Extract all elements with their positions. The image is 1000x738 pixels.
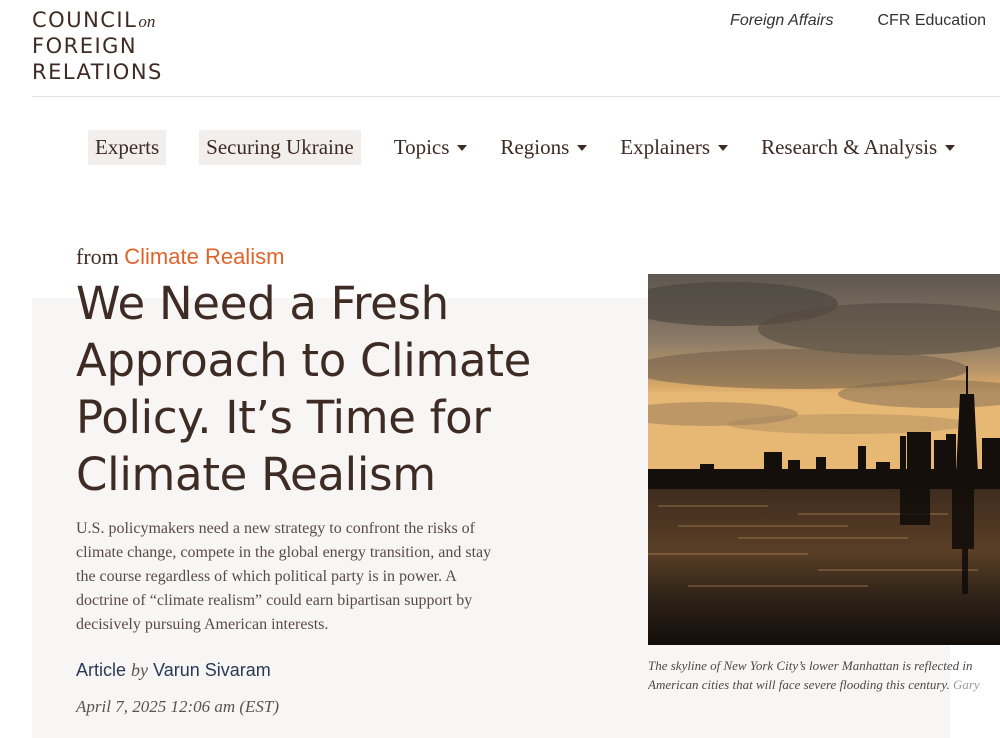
- series-link[interactable]: Climate Realism: [124, 244, 284, 269]
- nav-research-analysis[interactable]: Research & Analysis: [761, 130, 956, 165]
- hero-image: [648, 274, 1000, 645]
- nav-topics[interactable]: Topics: [394, 130, 468, 165]
- publish-date: April 7, 2025 12:06 am (EST): [76, 697, 280, 716]
- by-label: by: [131, 660, 149, 680]
- logo-line-1: COUNCILon: [32, 6, 163, 32]
- image-caption: The skyline of New York City’s lower Man…: [648, 656, 1000, 694]
- article-summary: U.S. policymakers need a new strategy to…: [76, 520, 492, 633]
- caret-down-icon: [457, 144, 468, 151]
- skyline-photo: [648, 274, 1000, 645]
- byline: Article by Varun Sivaram: [76, 660, 271, 681]
- nav-explainers-label: Explainers: [620, 135, 711, 159]
- logo-line-3: RELATIONS: [32, 60, 163, 84]
- caption-line-2: American cities that will face severe fl…: [648, 675, 1000, 694]
- cfr-logo[interactable]: COUNCILon FOREIGN RELATIONS: [32, 6, 163, 84]
- article-type: Article: [76, 660, 127, 680]
- logo-line-2: FOREIGN: [32, 34, 138, 58]
- caption-text-2: American cities that will face severe fl…: [648, 677, 950, 692]
- nav-experts[interactable]: Experts: [88, 130, 167, 165]
- article-headline: We Need a Fresh Approach to Climate Poli…: [76, 277, 532, 501]
- nav-securing-ukraine[interactable]: Securing Ukraine: [199, 130, 361, 165]
- nav-regions[interactable]: Regions: [500, 130, 588, 165]
- foreign-affairs-link[interactable]: Foreign Affairs: [730, 12, 833, 30]
- caret-down-icon: [577, 144, 588, 151]
- logo-on: on: [138, 12, 156, 31]
- from-label: from: [76, 244, 119, 269]
- author-link[interactable]: Varun Sivaram: [153, 660, 271, 680]
- series-line: from Climate Realism: [76, 244, 284, 270]
- logo-council: COUNCIL: [32, 8, 138, 32]
- caption-line-1: The skyline of New York City’s lower Man…: [648, 658, 973, 673]
- top-links: Foreign Affairs CFR Education: [730, 12, 986, 30]
- nav-explainers[interactable]: Explainers: [620, 130, 729, 165]
- caption-credit: Gary: [952, 677, 980, 692]
- header-divider: [32, 96, 1000, 97]
- caret-down-icon: [945, 144, 956, 151]
- caret-down-icon: [718, 144, 729, 151]
- nav-topics-label: Topics: [393, 135, 450, 159]
- nav-research-label: Research & Analysis: [761, 135, 938, 159]
- main-nav: Experts Securing Ukraine Topics Regions …: [88, 130, 956, 165]
- nav-regions-label: Regions: [500, 135, 570, 159]
- cfr-education-link[interactable]: CFR Education: [878, 12, 987, 30]
